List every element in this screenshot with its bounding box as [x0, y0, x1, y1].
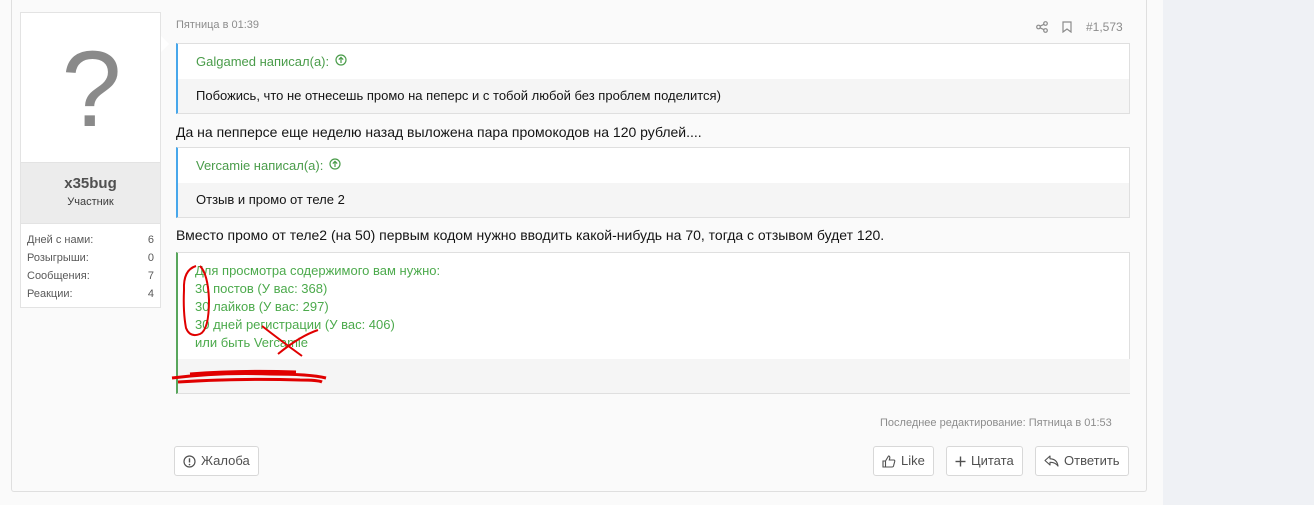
post-text: Вместо промо от теле2 (на 50) первым код…: [176, 227, 885, 243]
quote-block: Vercamie написал(а): Отзыв и промо от те…: [176, 147, 1130, 218]
quote-author[interactable]: Galgamed написал(а):: [196, 44, 329, 79]
user-cell: ? x35bug Участник Дней с нами: 6 Розыгры…: [20, 12, 169, 308]
stat-label: Сообщения:: [27, 270, 90, 282]
hidden-content-footer: [178, 359, 1130, 393]
like-button[interactable]: Like: [873, 446, 934, 476]
post-text: Да на пепперсе еще неделю назад выложена…: [176, 124, 702, 140]
quote-header[interactable]: Vercamie написал(а):: [178, 148, 1129, 183]
quote-button-label: Цитата: [971, 453, 1014, 468]
stat-value: 6: [147, 234, 154, 246]
user-stats: Дней с нами: 6 Розыгрыши: 0 Сообщения: 7…: [20, 224, 161, 308]
quote-button[interactable]: Цитата: [946, 446, 1023, 476]
stat-label: Розыгрыши:: [27, 252, 89, 264]
stat-value: 7: [147, 270, 154, 282]
bookmark-icon[interactable]: [1062, 21, 1072, 33]
post-actions: #1,573: [1036, 20, 1123, 34]
hidden-content-line: 30 лайков (У вас: 297): [195, 299, 329, 314]
last-edited-note: Последнее редактирование: Пятница в 01:5…: [880, 417, 1112, 429]
warning-circle-icon: [183, 454, 196, 468]
quote-text: Побожись, что не отнесешь промо на пепер…: [196, 88, 721, 103]
stat-value: 0: [147, 252, 154, 264]
post-date-link[interactable]: Пятница в 01:39: [176, 19, 259, 31]
avatar-pointer: [161, 36, 169, 52]
reply-button-label: Ответить: [1064, 453, 1120, 468]
report-button[interactable]: Жалоба: [174, 446, 259, 476]
post-number-link[interactable]: #1,573: [1086, 20, 1123, 34]
reply-arrow-icon: [1044, 455, 1059, 467]
reply-button[interactable]: Ответить: [1035, 446, 1129, 476]
plus-icon: [955, 456, 966, 467]
thumbs-up-icon: [882, 454, 896, 468]
like-button-label: Like: [901, 453, 925, 468]
quote-header[interactable]: Galgamed написал(а):: [178, 44, 1129, 79]
sidebar-panel: [1163, 0, 1314, 505]
stat-row: Розыгрыши: 0: [27, 249, 154, 267]
hidden-content-line: или быть Vercamie: [195, 335, 309, 350]
arrow-up-circle-icon[interactable]: [329, 148, 341, 183]
share-icon[interactable]: [1036, 21, 1048, 33]
quote-text: Отзыв и промо от теле 2: [196, 192, 345, 207]
hidden-content-line: 30 дней регистрации (У вас: 406): [195, 317, 395, 332]
stat-label: Реакции:: [27, 288, 73, 300]
stat-row: Дней с нами: 6: [27, 231, 154, 249]
user-name-block: x35bug Участник: [20, 162, 161, 224]
report-button-label: Жалоба: [201, 453, 250, 468]
hidden-content-line: Для просмотра содержимого вам нужно:: [195, 263, 441, 278]
arrow-up-circle-icon[interactable]: [335, 44, 347, 79]
avatar[interactable]: ?: [20, 12, 161, 162]
hidden-content-requirements: Для просмотра содержимого вам нужно: 30 …: [178, 253, 1129, 352]
avatar-placeholder-glyph: ?: [61, 28, 122, 149]
stat-label: Дней с нами:: [27, 234, 94, 246]
stat-value: 4: [147, 288, 154, 300]
user-title: Участник: [67, 196, 114, 208]
quote-author[interactable]: Vercamie написал(а):: [196, 148, 323, 183]
hidden-content-block: Для просмотра содержимого вам нужно: 30 …: [176, 252, 1130, 394]
hidden-content-line: 30 постов (У вас: 368): [195, 281, 328, 296]
quote-block: Galgamed написал(а): Побожись, что не от…: [176, 43, 1130, 114]
stat-row: Сообщения: 7: [27, 267, 154, 285]
username-link[interactable]: x35bug: [21, 175, 160, 192]
stat-row: Реакции: 4: [27, 285, 154, 303]
